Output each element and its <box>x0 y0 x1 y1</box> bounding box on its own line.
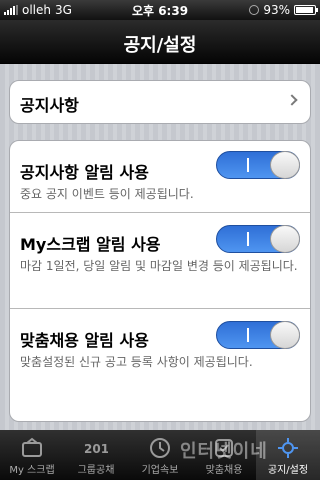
setting-row-notice-alert: 공지사항 알림 사용 중요 공지 이벤트 등이 제공됩니다. <box>10 141 310 213</box>
company-news-icon <box>150 438 170 458</box>
tab-label: 그룹공채 <box>77 465 115 476</box>
page-title: 공지/설정 <box>123 35 197 56</box>
notice-row[interactable]: 공지사항 <box>10 81 310 123</box>
group-recruit-icon: 2011 <box>84 442 108 456</box>
notice-alert-toggle[interactable] <box>216 151 300 179</box>
setting-description: 중요 공지 이벤트 등이 제공됩니다. <box>20 187 194 201</box>
notice-label: 공지사항 <box>20 96 79 115</box>
battery-percent: 93% <box>263 3 290 17</box>
battery-icon <box>294 5 318 15</box>
chevron-right-icon <box>286 94 298 106</box>
setting-description: 마감 1일전, 당일 알림 및 마감일 변경 등이 제공됩니다. <box>20 259 298 273</box>
watermark: 인터넷이네 <box>180 441 268 462</box>
setting-label: 공지사항 알림 사용 <box>20 163 149 182</box>
custom-alert-toggle[interactable] <box>216 321 300 349</box>
nav-bar: 공지/설정 <box>0 20 320 64</box>
setting-row-custom-alert: 맞춤채용 알림 사용 맞춤설정된 신규 공고 등록 사항이 제공됩니다. <box>10 309 310 421</box>
notice-group: 공지사항 <box>9 80 311 124</box>
scrap-alert-toggle[interactable] <box>216 225 300 253</box>
tab-label: 기업속보 <box>141 465 179 476</box>
svg-text:2011: 2011 <box>84 442 108 456</box>
tab-label: 맞춤채용 <box>205 465 243 476</box>
tab-label: My 스크랩 <box>9 465 55 476</box>
settings-icon <box>278 438 298 458</box>
rotation-lock-icon <box>249 5 260 15</box>
tab-bar: My 스크랩 2011 그룹공채 기업속보 맞춤채용 공지/설정 <box>0 430 320 480</box>
alert-settings-group: 공지사항 알림 사용 중요 공지 이벤트 등이 제공됩니다. My스크랩 알림 … <box>9 140 311 422</box>
setting-label: 맞춤채용 알림 사용 <box>20 331 149 350</box>
setting-label: My스크랩 알림 사용 <box>20 235 161 254</box>
tab-group-recruit[interactable]: 2011 그룹공채 <box>64 430 128 480</box>
status-bar: olleh 3G 오후 6:39 93% <box>0 0 320 20</box>
setting-description: 맞춤설정된 신규 공고 등록 사항이 제공됩니다. <box>20 355 253 369</box>
tab-label: 공지/설정 <box>267 465 309 476</box>
settings-content[interactable]: 공지사항 공지사항 알림 사용 중요 공지 이벤트 등이 제공됩니다. My스크… <box>0 64 320 430</box>
scrap-icon <box>22 437 42 457</box>
setting-row-scrap-alert: My스크랩 알림 사용 마감 1일전, 당일 알림 및 마감일 변경 등이 제공… <box>10 213 310 309</box>
tab-my-scrap[interactable]: My 스크랩 <box>0 430 64 480</box>
